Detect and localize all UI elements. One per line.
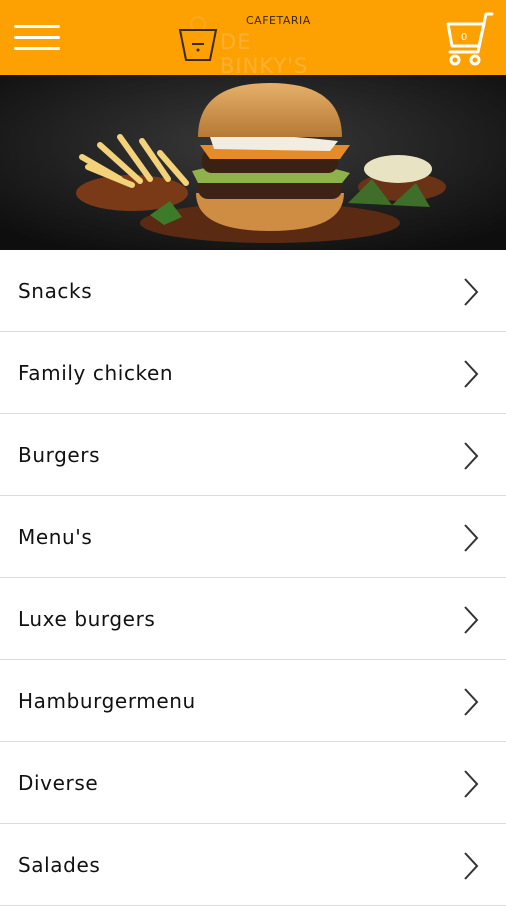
- category-item-salades[interactable]: Salades: [0, 824, 506, 906]
- category-label: Luxe burgers: [18, 607, 156, 631]
- chevron-right-icon: [464, 606, 479, 634]
- chevron-right-icon: [464, 770, 479, 798]
- category-item-luxe-burgers[interactable]: Luxe burgers: [0, 578, 506, 660]
- menu-line: [14, 47, 60, 50]
- menu-line: [14, 36, 60, 39]
- chevron-right-icon: [464, 278, 479, 306]
- chevron-right-icon: [464, 360, 479, 388]
- hero-burger-image: [0, 75, 506, 250]
- category-item-family-chicken[interactable]: Family chicken: [0, 332, 506, 414]
- shopping-cart-button[interactable]: 0: [442, 10, 498, 68]
- category-label: Snacks: [18, 279, 93, 303]
- category-label: Burgers: [18, 443, 101, 467]
- category-item-diverse[interactable]: Diverse: [0, 742, 506, 824]
- category-item-hamburgermenu[interactable]: Hamburgermenu: [0, 660, 506, 742]
- category-label: Hamburgermenu: [18, 689, 196, 713]
- app-header: CAFETARIA DE BINKY'S 0: [0, 0, 506, 78]
- hamburger-menu-icon[interactable]: [14, 22, 60, 52]
- category-list: Snacks Family chicken Burgers Menu's Lux…: [0, 250, 506, 906]
- category-item-burgers[interactable]: Burgers: [0, 414, 506, 496]
- brand-logo[interactable]: CAFETARIA DE BINKY'S: [178, 8, 338, 78]
- chevron-right-icon: [464, 524, 479, 552]
- category-item-snacks[interactable]: Snacks: [0, 250, 506, 332]
- category-label: Salades: [18, 853, 101, 877]
- category-label: Menu's: [18, 525, 93, 549]
- chevron-right-icon: [464, 688, 479, 716]
- category-label: Diverse: [18, 771, 99, 795]
- cart-count-badge: 0: [460, 32, 468, 43]
- chevron-right-icon: [464, 442, 479, 470]
- category-label: Family chicken: [18, 361, 174, 385]
- logo-cafetaria-text: CAFETARIA: [246, 14, 311, 27]
- fries-box-logo-icon: [178, 16, 218, 61]
- chevron-right-icon: [464, 852, 479, 880]
- logo-brand-name: DE BINKY'S: [220, 30, 309, 78]
- category-item-menus[interactable]: Menu's: [0, 496, 506, 578]
- menu-line: [14, 25, 60, 28]
